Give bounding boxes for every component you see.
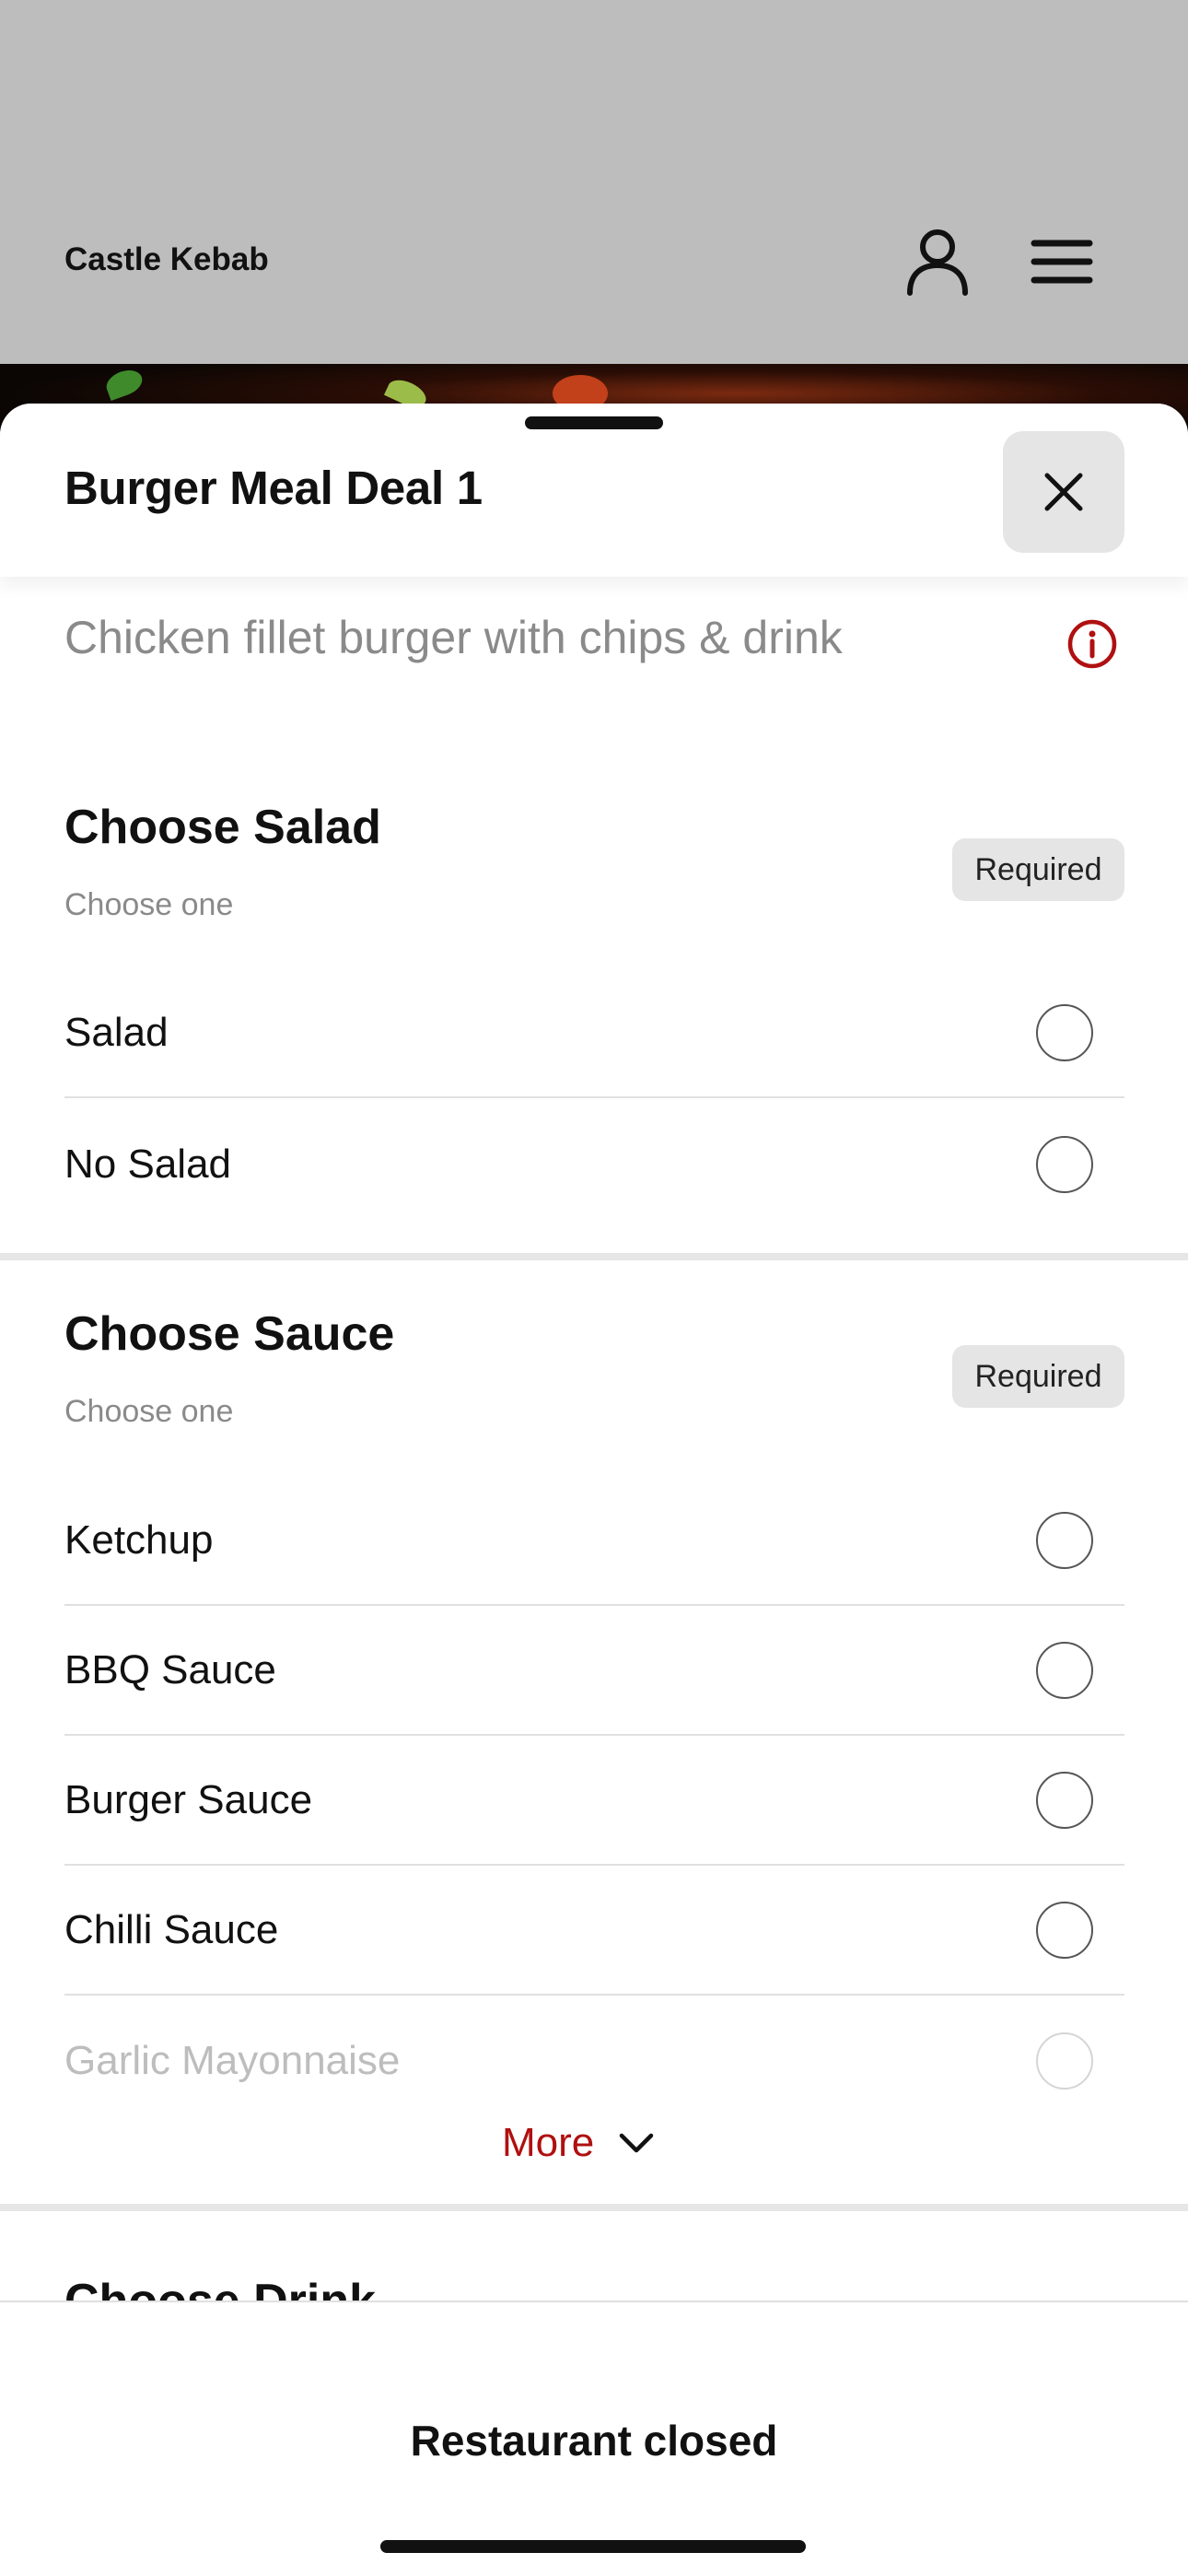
radio-button[interactable] [1036, 1135, 1093, 1193]
option-label: BBQ Sauce [64, 1646, 276, 1692]
radio-button[interactable] [1036, 2032, 1093, 2090]
section-divider [0, 2204, 1188, 2211]
hamburger-menu-icon[interactable] [1027, 225, 1101, 299]
brand-name[interactable]: Castle Kebab [64, 241, 269, 278]
option-label: Garlic Mayonnaise [64, 2037, 401, 2083]
close-button[interactable] [1003, 431, 1124, 553]
required-badge: Required [952, 838, 1124, 901]
option-label: Burger Sauce [64, 1776, 313, 1822]
item-description: Chicken fillet burger with chips & drink [64, 612, 843, 663]
sheet-header: Burger Meal Deal 1 [0, 404, 1188, 577]
option-chilli-sauce[interactable]: Chilli Sauce [64, 1866, 1124, 1996]
close-icon [1044, 473, 1083, 511]
more-label: More [502, 2120, 595, 2165]
option-label: Ketchup [64, 1516, 214, 1563]
order-footer: Restaurant closed [0, 2301, 1188, 2576]
more-options-button[interactable]: More [502, 2106, 655, 2180]
option-bbq-sauce[interactable]: BBQ Sauce [64, 1606, 1124, 1736]
restaurant-status: Restaurant closed [410, 2417, 778, 2465]
radio-button[interactable] [1036, 1511, 1093, 1569]
screen: Castle Kebab Burger Meal Deal 1 Chicken … [0, 0, 1188, 2576]
item-detail-sheet: Burger Meal Deal 1 Chicken fillet burger… [0, 404, 1188, 2576]
option-label: Chilli Sauce [64, 1906, 279, 1952]
required-badge: Required [952, 1345, 1124, 1408]
sauce-group-title: Choose Sauce [64, 1307, 395, 1361]
radio-button[interactable] [1036, 1003, 1093, 1061]
option-label: No Salad [64, 1141, 232, 1187]
salad-group-title: Choose Salad [64, 801, 381, 854]
option-ketchup[interactable]: Ketchup [64, 1476, 1124, 1606]
radio-button[interactable] [1036, 1901, 1093, 1959]
info-icon[interactable] [1066, 618, 1118, 670]
option-salad[interactable]: Salad [64, 968, 1124, 1098]
option-no-salad[interactable]: No Salad [64, 1099, 1124, 1229]
chevron-down-icon [620, 2133, 654, 2153]
user-icon[interactable] [901, 225, 974, 299]
salad-group-subtitle: Choose one [64, 887, 234, 922]
radio-button[interactable] [1036, 1771, 1093, 1829]
section-divider [0, 1253, 1188, 1260]
option-label: Salad [64, 1009, 169, 1055]
sheet-grabber[interactable] [525, 416, 663, 429]
radio-button[interactable] [1036, 1641, 1093, 1699]
sauce-group-subtitle: Choose one [64, 1394, 234, 1429]
option-burger-sauce[interactable]: Burger Sauce [64, 1736, 1124, 1866]
item-title: Burger Meal Deal 1 [64, 462, 483, 514]
site-header: Castle Kebab [0, 0, 1188, 364]
home-indicator[interactable] [380, 2540, 806, 2553]
